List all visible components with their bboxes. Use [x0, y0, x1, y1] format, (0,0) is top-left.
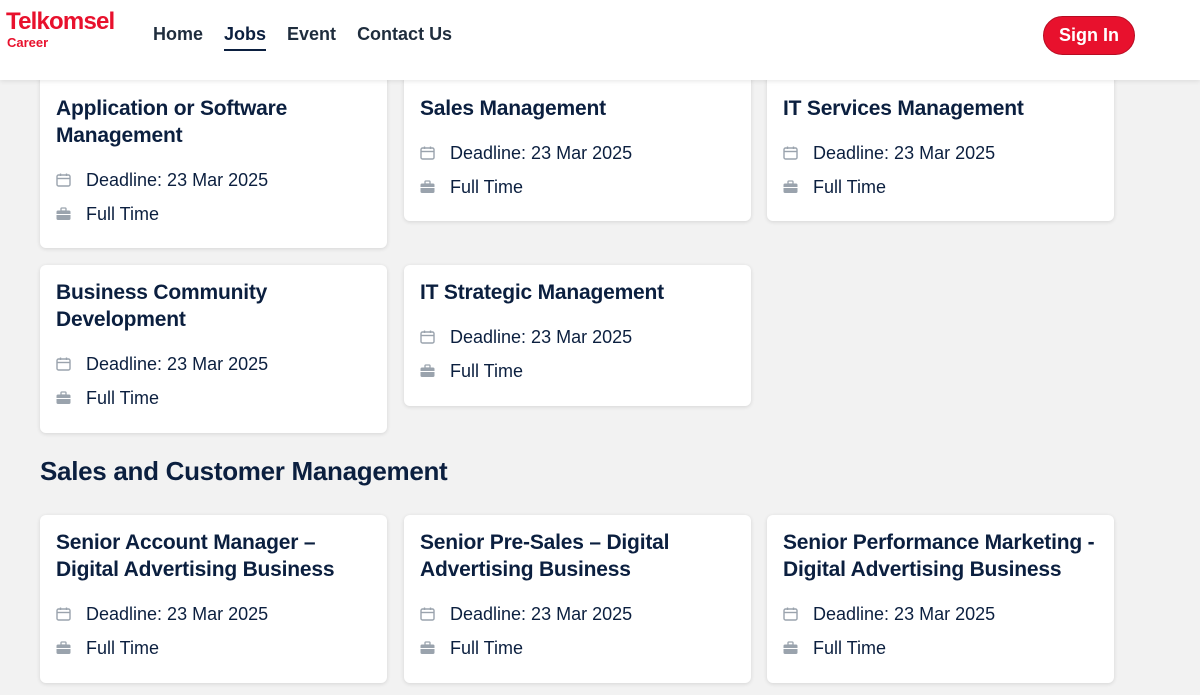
deadline-row: Deadline: 23 Mar 2025	[56, 597, 371, 631]
logo-subtitle: Career	[7, 35, 49, 50]
calendar-icon	[783, 146, 798, 160]
deadline-text: Deadline: 23 Mar 2025	[450, 603, 633, 624]
job-type-text: Full Time	[86, 203, 160, 224]
telkomsel-career-logo[interactable]: Telkomsel Career	[6, 8, 115, 50]
job-title: Senior Performance Marketing - Digital A…	[783, 531, 1095, 581]
job-type-row: Full Time	[56, 197, 371, 231]
job-type-row: Full Time	[420, 170, 735, 204]
calendar-icon	[420, 330, 435, 344]
job-title: Business Community Development	[56, 281, 268, 331]
nav-contact-us[interactable]: Contact Us	[357, 24, 452, 51]
job-card[interactable]: Sales Management Deadline: 23 Mar 2025 F…	[404, 67, 751, 221]
deadline-text: Deadline: 23 Mar 2025	[86, 603, 269, 624]
briefcase-icon	[783, 180, 798, 193]
deadline-row: Deadline: 23 Mar 2025	[783, 597, 1098, 631]
job-type-row: Full Time	[420, 354, 735, 388]
deadline-row: Deadline: 23 Mar 2025	[420, 597, 735, 631]
job-title: Application or Software Management	[56, 97, 288, 147]
site-header: Telkomsel Career Home Jobs Event Contact…	[0, 0, 1200, 80]
job-card[interactable]: Application or Software Management Deadl…	[40, 67, 387, 248]
deadline-text: Deadline: 23 Mar 2025	[450, 326, 633, 347]
briefcase-icon	[783, 641, 798, 654]
sign-in-button[interactable]: Sign In	[1043, 16, 1135, 55]
deadline-text: Deadline: 23 Mar 2025	[813, 142, 996, 163]
deadline-text: Deadline: 23 Mar 2025	[86, 169, 269, 190]
briefcase-icon	[56, 391, 71, 404]
job-type-row: Full Time	[56, 631, 371, 665]
job-type-row: Full Time	[783, 631, 1098, 665]
briefcase-icon	[420, 364, 435, 377]
job-type-row: Full Time	[56, 381, 371, 415]
logo-title: Telkomsel	[6, 8, 115, 35]
deadline-text: Deadline: 23 Mar 2025	[450, 142, 633, 163]
job-card[interactable]: IT Strategic Management Deadline: 23 Mar…	[404, 265, 751, 406]
calendar-icon	[56, 607, 71, 621]
deadline-row: Deadline: 23 Mar 2025	[420, 320, 735, 354]
job-title: IT Services Management	[783, 97, 1024, 120]
job-type-text: Full Time	[813, 637, 887, 658]
deadline-row: Deadline: 23 Mar 2025	[783, 136, 1098, 170]
job-card[interactable]: Senior Account Manager – Digital Adverti…	[40, 515, 387, 683]
job-type-row: Full Time	[420, 631, 735, 665]
job-type-row: Full Time	[783, 170, 1098, 204]
job-type-text: Full Time	[86, 637, 160, 658]
nav-event[interactable]: Event	[287, 24, 336, 51]
calendar-icon	[420, 146, 435, 160]
job-title: Senior Account Manager – Digital Adverti…	[56, 531, 335, 581]
job-title: Sales Management	[420, 97, 606, 120]
nav-jobs[interactable]: Jobs	[224, 24, 267, 51]
calendar-icon	[420, 607, 435, 621]
deadline-row: Deadline: 23 Mar 2025	[56, 347, 371, 381]
job-title: Senior Pre-Sales – Digital Advertising B…	[420, 531, 670, 581]
briefcase-icon	[420, 641, 435, 654]
job-type-text: Full Time	[450, 360, 524, 381]
deadline-row: Deadline: 23 Mar 2025	[420, 136, 735, 170]
deadline-text: Deadline: 23 Mar 2025	[813, 603, 996, 624]
main-nav: Home Jobs Event Contact Us	[153, 24, 473, 51]
calendar-icon	[56, 357, 71, 371]
job-type-text: Full Time	[86, 387, 160, 408]
job-type-text: Full Time	[450, 176, 524, 197]
calendar-icon	[56, 173, 71, 187]
nav-home[interactable]: Home	[153, 24, 203, 51]
job-card[interactable]: Senior Pre-Sales – Digital Advertising B…	[404, 515, 751, 683]
job-title: IT Strategic Management	[420, 281, 664, 304]
briefcase-icon	[56, 207, 71, 220]
job-type-text: Full Time	[813, 176, 887, 197]
job-card[interactable]: Senior Performance Marketing - Digital A…	[767, 515, 1114, 683]
deadline-text: Deadline: 23 Mar 2025	[86, 353, 269, 374]
deadline-row: Deadline: 23 Mar 2025	[56, 163, 371, 197]
job-listing-area: Application or Software Management Deadl…	[0, 0, 1200, 695]
job-card[interactable]: Business Community Development Deadline:…	[40, 265, 387, 433]
briefcase-icon	[420, 180, 435, 193]
calendar-icon	[783, 607, 798, 621]
job-card[interactable]: IT Services Management Deadline: 23 Mar …	[767, 67, 1114, 221]
job-type-text: Full Time	[450, 637, 524, 658]
briefcase-icon	[56, 641, 71, 654]
section-title: Sales and Customer Management	[40, 456, 448, 486]
